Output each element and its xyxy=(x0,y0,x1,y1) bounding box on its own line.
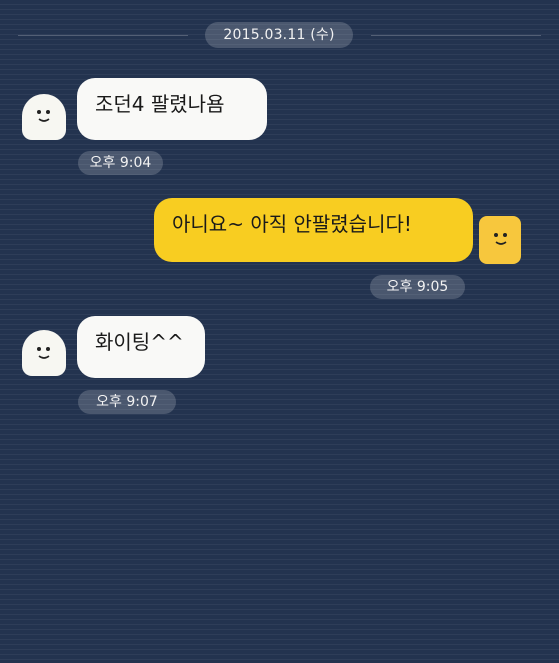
date-divider: 2015.03.11 (수) xyxy=(18,22,541,50)
message-bubble-outgoing[interactable]: 아니요~ 아직 안팔렸습니다! xyxy=(154,198,473,262)
message-time: 오후 9:05 xyxy=(370,275,465,299)
message-bubble-incoming[interactable]: 화이팅^^ xyxy=(77,316,205,378)
ghost-face-icon xyxy=(37,347,50,359)
yellow-square-avatar-icon[interactable] xyxy=(479,216,521,264)
message-time: 오후 9:04 xyxy=(78,151,163,175)
message-bubble-incoming[interactable]: 조던4 팔렸나욤 xyxy=(77,78,267,140)
date-label: 2015.03.11 (수) xyxy=(205,22,353,48)
ghost-avatar-icon[interactable] xyxy=(22,330,66,376)
ghost-face-icon xyxy=(37,110,50,122)
date-divider-line-left xyxy=(18,35,188,36)
ghost-avatar-icon[interactable] xyxy=(22,94,66,140)
chat-window: 2015.03.11 (수) 조던4 팔렸나욤 오후 9:04 아니요~ 아직 … xyxy=(0,0,559,663)
yellow-face-icon xyxy=(494,233,507,245)
date-divider-line-right xyxy=(371,35,541,36)
message-time: 오후 9:07 xyxy=(78,390,176,414)
